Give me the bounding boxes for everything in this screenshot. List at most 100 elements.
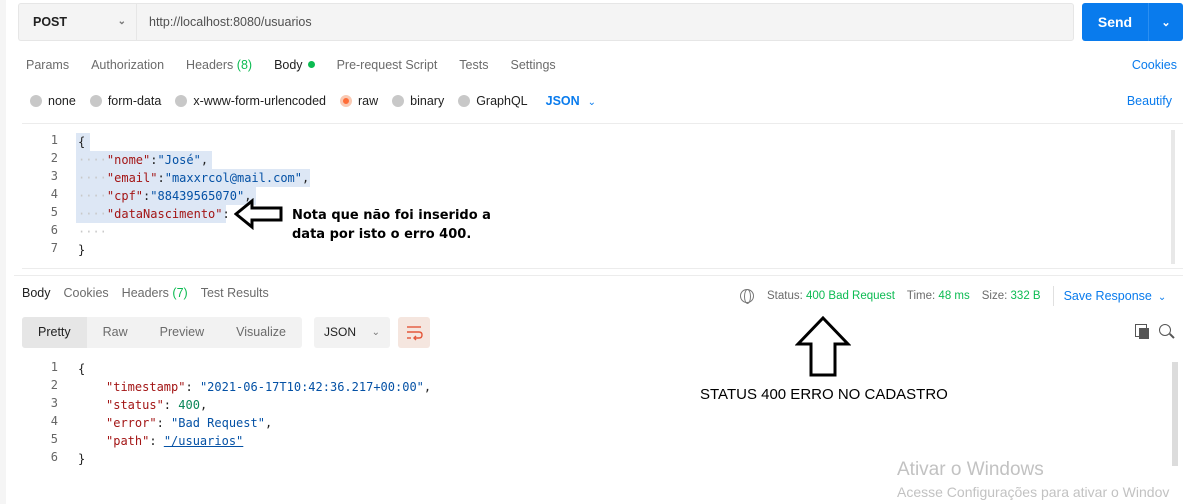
radio-label: none	[48, 94, 76, 108]
line-number: 1	[50, 360, 58, 374]
code-line: ····"cpf":"88439565070",	[78, 189, 252, 203]
line-number: 2	[50, 378, 58, 392]
wrap-lines-button[interactable]	[398, 317, 430, 348]
line-number: 2	[50, 151, 58, 165]
response-status[interactable]: Status: 400 Bad Request	[767, 290, 895, 302]
line-number: 1	[50, 133, 58, 147]
response-tab-headers[interactable]: Headers (7)	[122, 286, 188, 300]
body-format-select[interactable]: JSON ⌄	[546, 94, 596, 108]
search-icon[interactable]	[1159, 324, 1171, 336]
tab-authorization[interactable]: Authorization	[91, 58, 164, 76]
response-size[interactable]: Size: 332 B	[982, 290, 1041, 302]
json-key: "nome"	[106, 153, 151, 167]
radio-button-selected[interactable]	[340, 95, 352, 107]
response-divider	[14, 275, 1183, 276]
response-status-bar: Status: 400 Bad Request Time: 48 ms Size…	[740, 286, 1166, 306]
status-label: Status:	[767, 290, 803, 302]
headers-count: (7)	[172, 286, 188, 300]
tab-label: Settings	[510, 58, 556, 72]
tab-label: Params	[26, 58, 70, 72]
json-trail: ,	[423, 380, 432, 394]
tab-tests[interactable]: Tests	[459, 58, 488, 76]
radio-form-data[interactable]: form-data	[89, 94, 161, 108]
cookies-link[interactable]: Cookies	[1132, 58, 1177, 72]
view-raw-button[interactable]: Raw	[87, 317, 144, 348]
tab-settings[interactable]: Settings	[510, 58, 555, 76]
tab-label: Headers	[186, 58, 234, 72]
json-value: "2021-06-17T10:42:36.217+00:00"	[199, 380, 424, 394]
chevron-down-icon: ⌄	[587, 97, 597, 108]
radio-x-www-form-urlencoded[interactable]: x-www-form-urlencoded	[175, 94, 326, 108]
method-label: POST	[33, 15, 68, 29]
response-tab-body[interactable]: Body	[22, 286, 51, 300]
code-line: ····"nome":"José",	[78, 153, 209, 167]
code-line: "timestamp": "2021-06-17T10:42:36.217+00…	[106, 380, 432, 394]
response-tab-cookies[interactable]: Cookies	[64, 286, 109, 300]
radio-button[interactable]	[175, 95, 188, 107]
json-trail: :	[222, 207, 230, 221]
globe-icon[interactable]	[740, 289, 754, 304]
tab-headers[interactable]: Headers (8)	[186, 58, 252, 76]
json-trail: ,	[264, 416, 273, 430]
url-input[interactable]: http://localhost:8080/usuarios	[136, 3, 1074, 41]
beautify-link[interactable]: Beautify	[1127, 94, 1172, 108]
view-preview-button[interactable]: Preview	[144, 317, 220, 348]
url-text: http://localhost:8080/usuarios	[149, 15, 312, 29]
method-select[interactable]: POST ⌄	[18, 3, 136, 41]
json-value-link[interactable]: "/usuarios"	[164, 434, 243, 448]
format-label: JSON	[545, 94, 580, 108]
copy-icon[interactable]	[1135, 324, 1149, 339]
radio-label: GraphQL	[476, 94, 528, 108]
left-edge-sliver	[0, 0, 6, 504]
line-number: 6	[50, 450, 58, 464]
radio-label: x-www-form-urlencoded	[193, 94, 326, 108]
view-pretty-button[interactable]: Pretty	[22, 317, 87, 348]
radio-binary[interactable]: binary	[392, 94, 444, 108]
chevron-down-icon[interactable]: ⌄	[1149, 16, 1183, 29]
size-label: Size:	[981, 290, 1008, 302]
close-brace: }	[78, 243, 86, 257]
response-view-switch: Pretty Raw Preview Visualize	[22, 317, 302, 348]
line-number: 5	[50, 432, 58, 446]
time-label: Time:	[906, 290, 936, 302]
radio-graphql[interactable]: GraphQL	[458, 94, 528, 108]
view-visualize-button[interactable]: Visualize	[220, 317, 302, 348]
tab-label: Pre-request Script	[336, 58, 438, 72]
response-time[interactable]: Time: 48 ms	[907, 290, 970, 302]
json-value: "88439565070"	[150, 189, 245, 203]
json-key: "email"	[106, 171, 158, 185]
status-value: 400 Bad Request	[806, 290, 895, 302]
json-key: "path"	[106, 434, 150, 448]
radio-button[interactable]	[458, 95, 471, 107]
radio-button[interactable]	[392, 95, 405, 107]
tab-params[interactable]: Params	[26, 58, 69, 76]
response-scrollbar[interactable]	[1172, 362, 1178, 466]
radio-button[interactable]	[89, 95, 102, 107]
tab-label: Test Results	[200, 286, 269, 300]
code-line: ····"dataNascimento":	[78, 207, 230, 221]
response-tab-test-results[interactable]: Test Results	[201, 286, 269, 300]
save-response-button[interactable]: Save Response ⌄	[1064, 289, 1167, 303]
radio-raw[interactable]: raw	[340, 94, 378, 108]
code-line: "path": "/usuarios"	[106, 434, 244, 448]
code-line: }	[78, 241, 85, 259]
tab-body[interactable]: Body	[274, 58, 315, 76]
windows-activation-subtitle: Acesse Configurações para ativar o Windo…	[897, 484, 1170, 500]
chevron-down-icon: ⌄	[371, 327, 380, 338]
json-key: "status"	[106, 398, 164, 412]
status-divider	[1052, 286, 1054, 306]
radio-none[interactable]: none	[30, 94, 76, 108]
request-tabs: Params Authorization Headers (8) Body Pr…	[26, 58, 578, 76]
radio-label: raw	[358, 94, 379, 108]
time-value: 48 ms	[938, 290, 970, 302]
chevron-down-icon: ⌄	[1157, 292, 1167, 303]
status-annotation-note: STATUS 400 ERRO NO CADASTRO	[700, 386, 948, 403]
arrow-up-icon	[795, 316, 851, 377]
open-brace: {	[78, 362, 86, 376]
send-button[interactable]: Send ⌄	[1082, 3, 1183, 41]
radio-button[interactable]	[30, 95, 42, 107]
response-tabs: Body Cookies Headers (7) Test Results	[22, 286, 282, 300]
response-format-select[interactable]: JSON ⌄	[314, 317, 390, 348]
tab-pre-request-script[interactable]: Pre-request Script	[337, 58, 438, 76]
editor-scrollbar[interactable]	[1171, 130, 1175, 264]
